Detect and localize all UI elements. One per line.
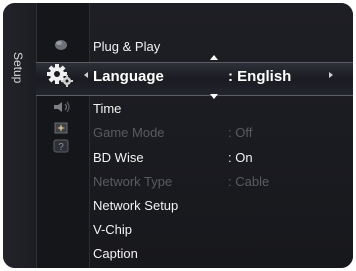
menu-item-plug-and-play[interactable]: Plug & Play <box>93 39 160 54</box>
menu-item-network-type: Network Type <box>93 174 173 189</box>
sound-icon[interactable] <box>52 101 72 113</box>
menu-item-v-chip[interactable]: V-Chip <box>93 222 132 237</box>
menu-value-network-type: : Cable <box>228 174 270 189</box>
right-arrow-icon[interactable] <box>329 72 333 78</box>
left-arrow-icon[interactable] <box>84 72 88 78</box>
menu-category-label: Setup <box>11 52 25 84</box>
menu-item-game-mode: Game Mode <box>93 125 165 140</box>
help-icon[interactable]: ? <box>53 138 69 154</box>
scroll-down-arrow-icon[interactable] <box>210 94 218 99</box>
picture-icon[interactable] <box>53 39 69 51</box>
menu-item-bd-wise[interactable]: BD Wise <box>93 150 144 165</box>
menu-item-time[interactable]: Time <box>93 101 121 116</box>
menu-item-language[interactable]: Language <box>93 68 164 85</box>
scroll-up-arrow-icon[interactable] <box>210 55 218 60</box>
menu-value-language: : English <box>228 68 292 85</box>
menu-item-network-setup[interactable]: Network Setup <box>93 198 178 213</box>
menu-category-bar: Setup <box>3 3 36 268</box>
menu-item-caption[interactable]: Caption <box>93 246 138 261</box>
channel-icon[interactable] <box>54 121 68 135</box>
selected-row-highlight <box>36 62 353 96</box>
menu-value-bd-wise: : On <box>228 150 253 165</box>
svg-text:?: ? <box>58 142 64 153</box>
menu-value-game-mode: : Off <box>228 125 253 140</box>
setup-gear-icon[interactable] <box>46 63 74 89</box>
